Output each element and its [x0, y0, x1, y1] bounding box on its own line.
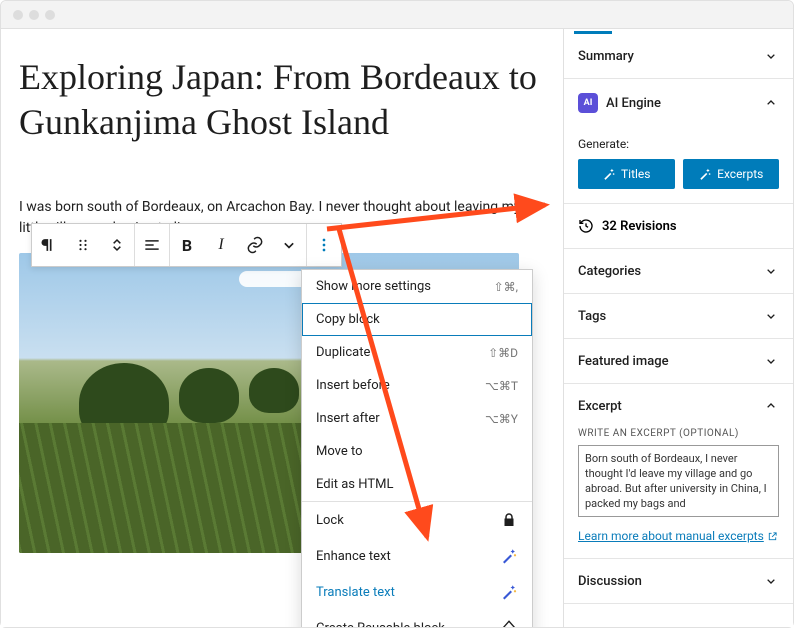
- italic-icon[interactable]: I: [204, 224, 238, 266]
- external-link-icon: [767, 531, 778, 542]
- block-context-menu: Show more settings⇧⌘,Copy blockDuplicate…: [301, 269, 533, 627]
- panel-categories[interactable]: Categories: [564, 249, 793, 293]
- generate-excerpts-button[interactable]: Excerpts: [683, 159, 780, 189]
- align-icon[interactable]: [135, 224, 169, 266]
- panel-tags[interactable]: Tags: [564, 294, 793, 338]
- context-menu-item[interactable]: Create Reusable block: [302, 610, 532, 627]
- editor-canvas[interactable]: Exploring Japan: From Bordeaux to Gunkan…: [1, 29, 563, 627]
- context-menu-item[interactable]: Enhance text: [302, 538, 532, 574]
- chevron-down-icon: [763, 573, 779, 589]
- window-dot: [13, 10, 23, 20]
- drag-handle-icon[interactable]: [66, 224, 100, 266]
- panel-excerpt[interactable]: Excerpt: [564, 384, 793, 428]
- paragraph-block-icon[interactable]: [32, 224, 66, 266]
- chevron-down-icon: [763, 308, 779, 324]
- excerpt-field-label: Write an excerpt (optional): [578, 428, 779, 439]
- chevron-down-icon: [763, 353, 779, 369]
- context-menu-item[interactable]: Edit as HTML: [302, 468, 532, 501]
- window-dot: [45, 10, 55, 20]
- block-toolbar: B I: [31, 223, 342, 267]
- browser-titlebar: [1, 1, 793, 29]
- history-icon: [578, 218, 594, 234]
- chevron-down-icon: [763, 48, 779, 64]
- learn-more-link[interactable]: Learn more about manual excerpts: [578, 529, 778, 543]
- panel-featured-image[interactable]: Featured image: [564, 339, 793, 383]
- panel-discussion[interactable]: Discussion: [564, 559, 793, 603]
- context-menu-item[interactable]: Copy block: [302, 303, 532, 336]
- generate-titles-button[interactable]: Titles: [578, 159, 675, 189]
- excerpt-textarea[interactable]: [578, 445, 779, 517]
- wand-icon: [602, 167, 616, 181]
- revisions-row[interactable]: 32 Revisions: [564, 204, 793, 249]
- bold-icon[interactable]: B: [170, 224, 204, 266]
- window-dot: [29, 10, 39, 20]
- chevron-up-icon: [763, 95, 779, 111]
- generate-label: Generate:: [578, 137, 779, 151]
- wand-icon: [698, 167, 712, 181]
- more-options-icon[interactable]: [307, 224, 341, 266]
- context-menu-item[interactable]: Move to: [302, 435, 532, 468]
- panel-title: Summary: [578, 49, 634, 64]
- context-menu-item[interactable]: Lock: [302, 502, 532, 538]
- post-title[interactable]: Exploring Japan: From Bordeaux to Gunkan…: [19, 55, 545, 145]
- context-menu-item[interactable]: Show more settings⇧⌘,: [302, 270, 532, 303]
- panel-summary[interactable]: Summary: [564, 34, 793, 78]
- settings-sidebar: Summary AIAI Engine Generate: Titles: [563, 29, 793, 627]
- link-icon[interactable]: [238, 224, 272, 266]
- ai-engine-icon: AI: [578, 93, 598, 113]
- chevron-up-icon: [763, 398, 779, 414]
- context-menu-item[interactable]: Insert after⌥⌘Y: [302, 402, 532, 435]
- context-menu-item[interactable]: Duplicate⇧⌘D: [302, 336, 532, 369]
- chevron-down-icon[interactable]: [272, 224, 306, 266]
- chevron-down-icon: [763, 263, 779, 279]
- context-menu-item[interactable]: Insert before⌥⌘T: [302, 369, 532, 402]
- move-arrows-icon[interactable]: [100, 224, 134, 266]
- panel-ai-engine[interactable]: AIAI Engine: [564, 79, 793, 127]
- context-menu-item[interactable]: Translate text: [302, 574, 532, 610]
